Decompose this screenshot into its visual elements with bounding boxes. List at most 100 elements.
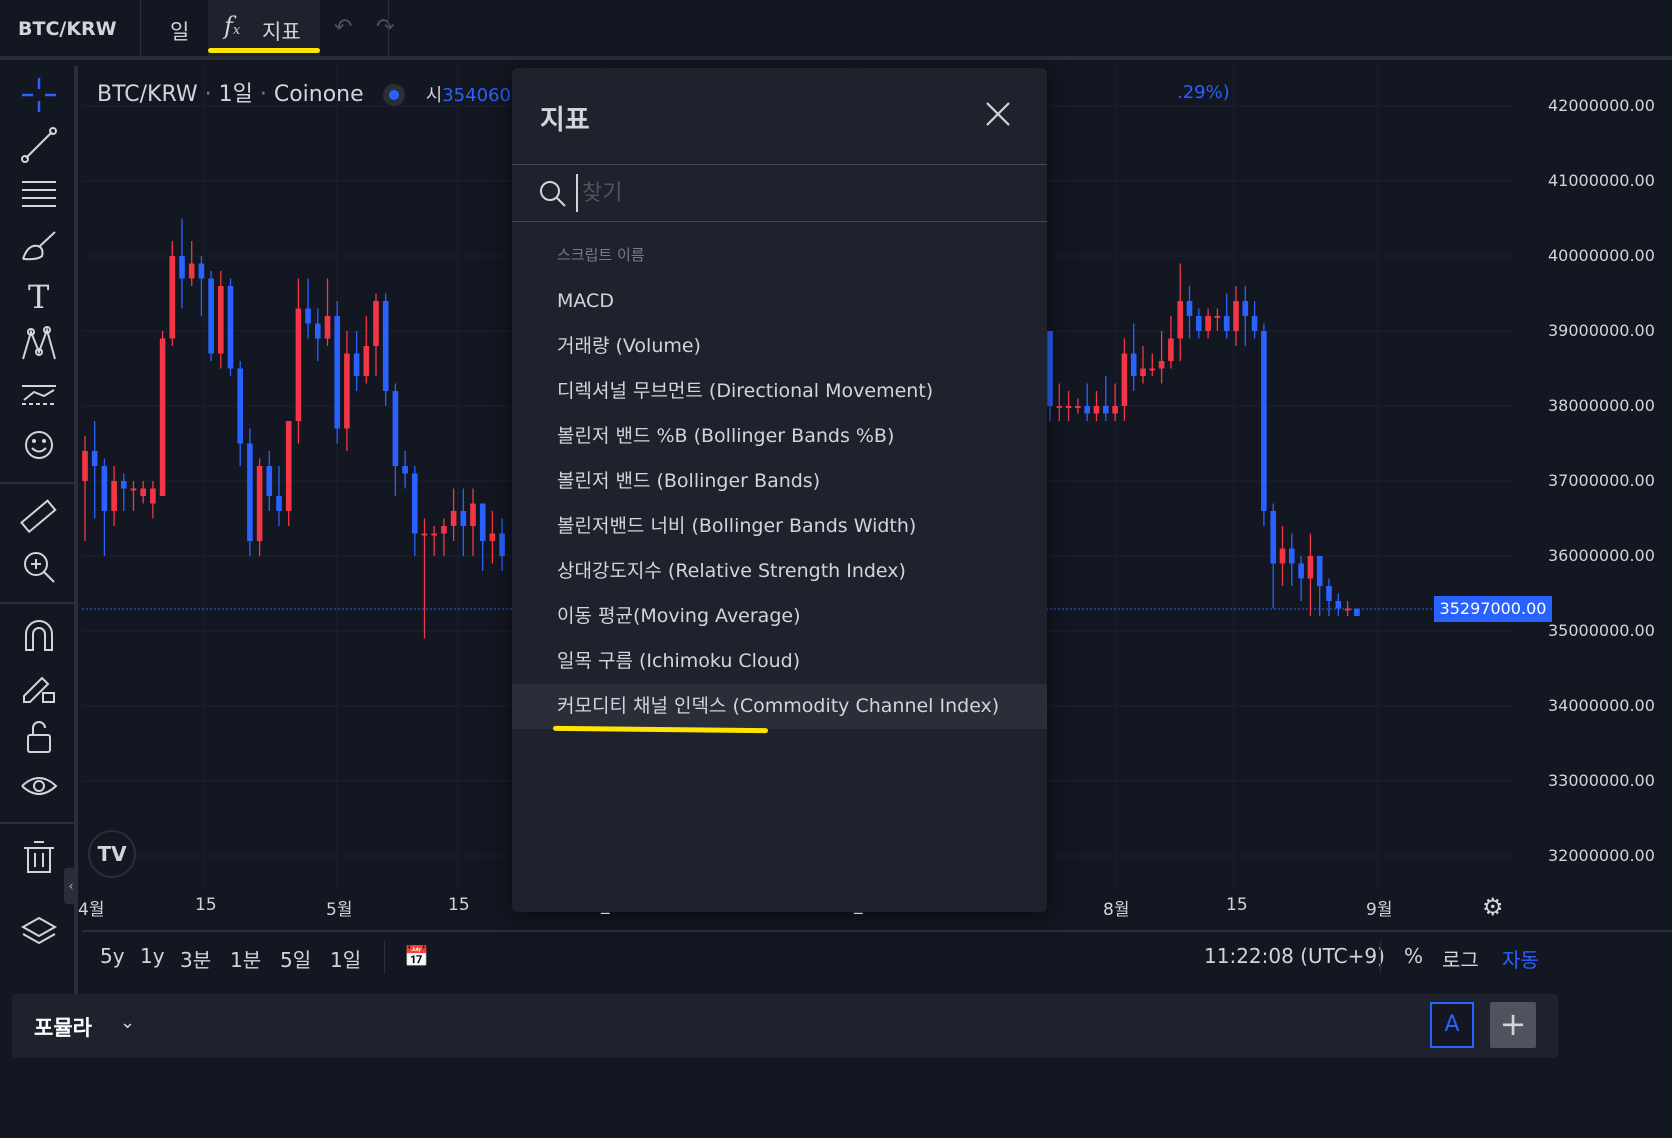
divider — [512, 164, 1047, 165]
candle-body — [315, 323, 321, 339]
divider — [512, 221, 1047, 222]
candle-body — [1177, 301, 1183, 339]
clock-time[interactable]: 11:22:08 (UTC+9) — [1204, 944, 1385, 968]
time-tick-label: _ — [601, 895, 610, 915]
candle-body — [237, 368, 243, 444]
candle-body — [1158, 361, 1165, 369]
price-tick-label: 33000000.00 — [1548, 771, 1655, 790]
list-item-macd[interactable]: MACD — [512, 279, 1047, 324]
undo-icon[interactable]: ↶ — [334, 15, 352, 40]
range-1y[interactable]: 1y — [140, 944, 165, 968]
candle-body — [1112, 406, 1118, 414]
list-item-moving-average[interactable]: 이동 평균(Moving Average) — [512, 594, 1047, 639]
tradingview-logo[interactable]: TV — [88, 830, 136, 878]
search-icon — [538, 179, 568, 209]
price-tick-label: 40000000.00 — [1548, 246, 1655, 265]
magnet-icon[interactable] — [18, 616, 60, 658]
pattern-icon[interactable] — [18, 324, 60, 366]
candle-body — [421, 533, 428, 536]
interval-button[interactable]: 일 — [170, 16, 189, 46]
chart-legend: BTC/KRW · 1일 · Coinone 시35406000.0 — [97, 82, 552, 107]
forecast-icon[interactable] — [18, 374, 60, 416]
zoom-icon[interactable] — [18, 546, 60, 588]
range-5d[interactable]: 5일 — [280, 944, 311, 973]
price-tick-label: 38000000.00 — [1548, 396, 1655, 415]
candle-body — [334, 316, 340, 429]
collapse-toolbar-icon[interactable]: ‹ — [64, 868, 78, 904]
list-item-ichimoku[interactable]: 일목 구름 (Ichimoku Cloud) — [512, 639, 1047, 684]
candle-body — [1326, 586, 1332, 601]
close-icon[interactable] — [982, 98, 1014, 130]
divider — [1380, 940, 1381, 974]
candle-body — [1242, 301, 1249, 316]
candle-body — [208, 278, 214, 354]
candle-body — [1223, 316, 1230, 331]
candle-body — [1214, 316, 1221, 318]
candle-body — [266, 466, 273, 496]
range-1m[interactable]: 1분 — [230, 944, 261, 973]
list-item-directional-movement[interactable]: 디렉셔널 무브먼트 (Directional Movement) — [512, 369, 1047, 414]
list-item-rsi[interactable]: 상대강도지수 (Relative Strength Index) — [512, 549, 1047, 594]
svg-text:T: T — [28, 278, 50, 316]
lock-draw-icon[interactable] — [18, 666, 60, 708]
list-item-bollinger-width[interactable]: 볼린저밴드 너비 (Bollinger Bands Width) — [512, 504, 1047, 549]
candle-body — [1084, 406, 1090, 414]
range-1d[interactable]: 1일 — [330, 944, 361, 973]
price-tick-label: 35000000.00 — [1548, 621, 1655, 640]
settings-gear-icon[interactable]: ⚙ — [1482, 893, 1504, 921]
a-button[interactable]: A — [1430, 1002, 1474, 1048]
highlight-underline — [208, 48, 320, 53]
emoji-icon[interactable] — [18, 424, 60, 466]
symbol-button[interactable]: BTC/KRW — [18, 18, 117, 40]
candle-body — [402, 466, 408, 474]
current-price-label: 35297000.00 — [1434, 596, 1552, 622]
candle-body — [247, 443, 253, 541]
candle-body — [1186, 301, 1193, 316]
time-tick-label: 15 — [448, 895, 470, 915]
date-range-icon[interactable]: 📅 — [404, 944, 429, 968]
range-3m[interactable]: 3분 — [180, 944, 211, 973]
price-axis[interactable]: 42000000.00 41000000.00 40000000.00 3900000… — [1512, 66, 1672, 996]
indicator-list: MACD 거래량 (Volume) 디렉셔널 무브먼트 (Directional… — [512, 279, 1047, 729]
price-tick-label: 37000000.00 — [1548, 471, 1655, 490]
redo-icon[interactable]: ↷ — [376, 15, 394, 40]
time-tick-label: 5월 — [326, 900, 353, 920]
candle-body — [1047, 331, 1053, 406]
crosshair-icon[interactable] — [18, 74, 60, 116]
log-toggle[interactable]: 로그 — [1442, 944, 1479, 973]
divider — [0, 602, 78, 604]
candle-body — [82, 451, 88, 481]
list-item-cci[interactable]: 커모디티 채널 인덱스 (Commodity Channel Index) — [512, 684, 1047, 729]
candle-body — [140, 488, 146, 496]
candle-body — [276, 496, 282, 511]
ruler-icon[interactable] — [18, 496, 60, 538]
layers-icon[interactable] — [18, 912, 60, 954]
list-item-bollinger-b[interactable]: 볼린저 밴드 %B (Bollinger Bands %B) — [512, 414, 1047, 459]
range-5y[interactable]: 5y — [100, 944, 125, 968]
lock-icon[interactable] — [18, 716, 60, 758]
trend-line-icon[interactable] — [18, 124, 60, 166]
add-button[interactable]: + — [1490, 1002, 1536, 1048]
candle-body — [1056, 406, 1063, 408]
price-tick-label: 39000000.00 — [1548, 321, 1655, 340]
candle-body — [1307, 556, 1314, 579]
brush-icon[interactable] — [18, 224, 60, 266]
candle-body — [1121, 353, 1128, 406]
chevron-down-icon[interactable]: ⌄ — [120, 1012, 135, 1033]
dialog-title: 지표 — [540, 105, 590, 136]
price-tick-label: 32000000.00 — [1548, 846, 1655, 865]
eye-icon[interactable] — [18, 766, 60, 808]
candle-body — [198, 263, 205, 279]
price-tick-label: 42000000.00 — [1548, 96, 1655, 115]
search-input[interactable] — [576, 174, 1016, 212]
percent-toggle[interactable]: % — [1404, 944, 1423, 968]
candle-body — [353, 353, 360, 376]
trash-icon[interactable] — [18, 836, 60, 878]
fib-icon[interactable] — [18, 174, 60, 216]
list-item-volume[interactable]: 거래량 (Volume) — [512, 324, 1047, 369]
legend-exchange: Coinone — [273, 82, 364, 107]
auto-toggle[interactable]: 자동 — [1502, 944, 1539, 973]
text-icon[interactable]: T — [18, 274, 60, 316]
list-item-bollinger-bands[interactable]: 볼린저 밴드 (Bollinger Bands) — [512, 459, 1047, 504]
divider — [140, 0, 141, 56]
